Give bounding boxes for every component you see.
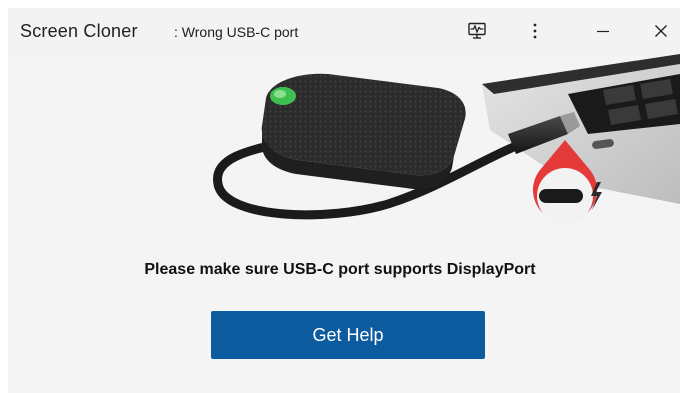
main-content: Please make sure USB-C port supports Dis… <box>8 54 680 393</box>
screen-cloner-device <box>261 73 466 190</box>
usb-c-connection-illustration <box>213 54 680 224</box>
title-bar[interactable]: Screen Cloner : Wrong USB-C port <box>8 8 680 54</box>
instruction-message: Please make sure USB-C port supports Dis… <box>144 261 536 278</box>
connection-status: : Wrong USB-C port <box>174 24 299 40</box>
minimize-icon[interactable] <box>586 14 620 48</box>
more-vertical-icon[interactable] <box>518 14 552 48</box>
app-window: Screen Cloner : Wrong USB-C port Please … <box>8 8 680 393</box>
app-title: Screen Cloner <box>20 21 138 41</box>
close-icon[interactable] <box>644 14 678 48</box>
monitor-pulse-icon[interactable] <box>460 14 494 48</box>
get-help-button[interactable]: Get Help <box>211 311 485 359</box>
